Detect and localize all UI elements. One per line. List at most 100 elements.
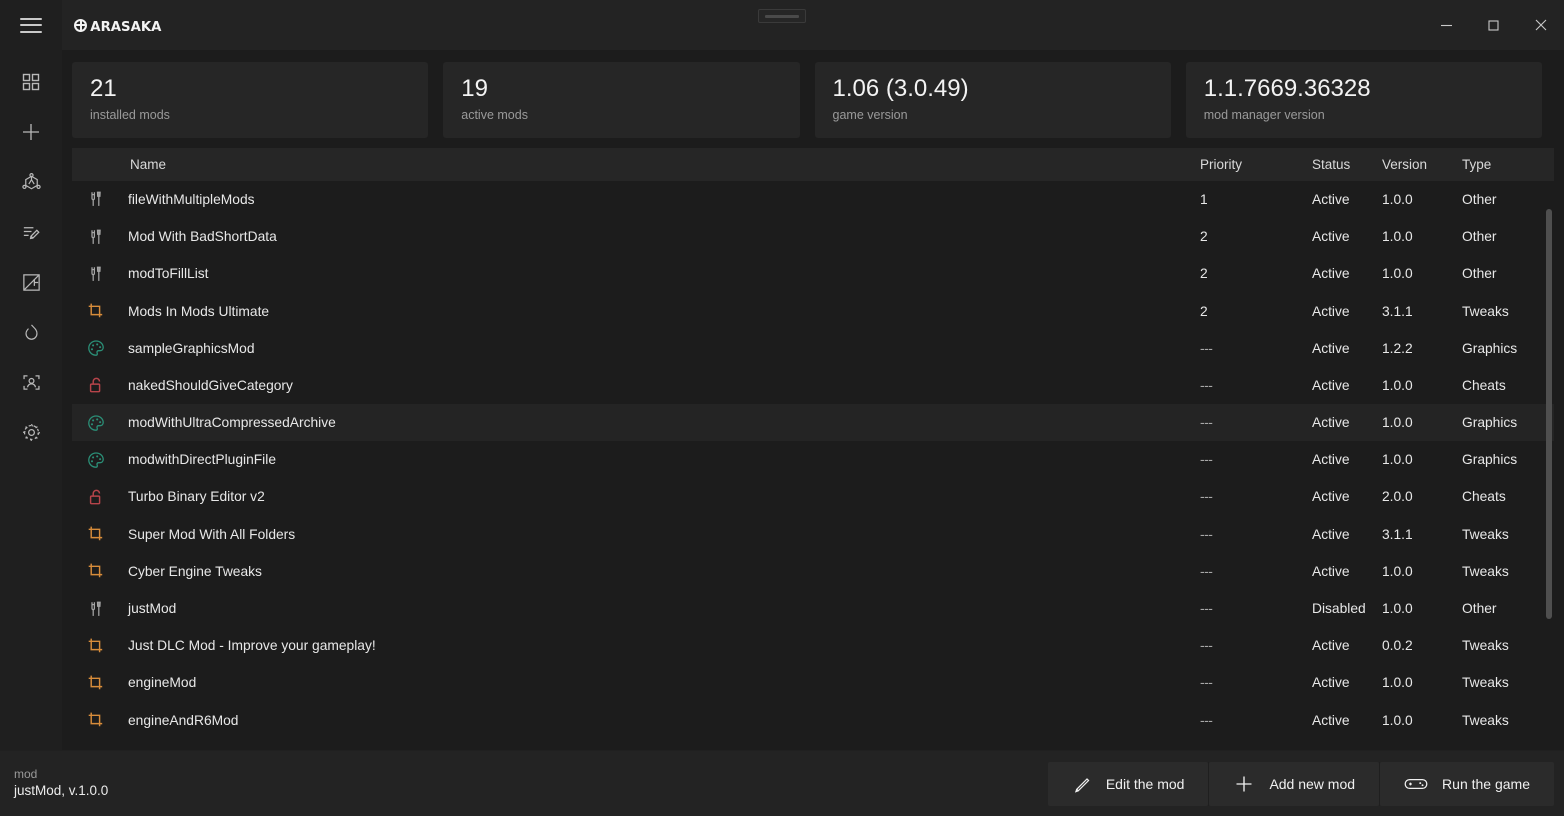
- row-priority: ---: [1200, 377, 1213, 393]
- row-type: Tweaks: [1462, 675, 1509, 691]
- minimize-button[interactable]: [1423, 0, 1470, 50]
- grid-icon: [21, 72, 41, 92]
- run-the-game-button[interactable]: Run the game: [1380, 761, 1554, 806]
- row-status: Active: [1312, 526, 1350, 542]
- row-type: Other: [1462, 266, 1497, 282]
- row-type: Other: [1462, 601, 1497, 617]
- row-status: Active: [1312, 675, 1350, 691]
- row-version: 3.1.1: [1382, 303, 1413, 319]
- row-version: 1.0.0: [1382, 191, 1413, 207]
- row-name: justMod: [128, 601, 177, 617]
- row-name: Mods In Mods Ultimate: [128, 303, 270, 319]
- row-type: Cheats: [1462, 377, 1506, 393]
- table-row[interactable]: engineMod --- Active 1.0.0 Tweaks: [72, 664, 1554, 701]
- row-priority: ---: [1200, 563, 1213, 579]
- tweaks-icon: [72, 562, 119, 580]
- graphics-icon: [72, 339, 119, 357]
- row-version: 1.0.0: [1382, 415, 1413, 431]
- row-version: 1.0.0: [1382, 452, 1413, 468]
- table-row[interactable]: Super Mod With All Folders --- Active 3.…: [72, 516, 1554, 553]
- table-row[interactable]: sampleGraphicsMod --- Active 1.2.2 Graph…: [72, 330, 1554, 367]
- selected-mod-label: mod: [14, 767, 38, 782]
- table-row[interactable]: modToFillList 2 Active 1.0.0 Other: [72, 255, 1554, 292]
- row-status: Active: [1312, 191, 1350, 207]
- tweaks-icon: [72, 674, 119, 692]
- stat-value: 21: [90, 76, 117, 102]
- mods-table: Name Priority Status Version Type fileWi…: [72, 147, 1554, 750]
- table-row[interactable]: Cyber Engine Tweaks --- Active 1.0.0 Twe…: [72, 553, 1554, 590]
- sidebar-item-profile[interactable]: [11, 366, 51, 398]
- row-priority: ---: [1200, 489, 1213, 505]
- row-type: Other: [1462, 229, 1497, 245]
- row-status: Disabled: [1312, 601, 1366, 617]
- row-type: Tweaks: [1462, 303, 1509, 319]
- row-type: Other: [1462, 191, 1497, 207]
- row-version: 1.0.0: [1382, 563, 1413, 579]
- cheats-icon: [72, 488, 119, 506]
- stat-label: game version: [832, 107, 908, 122]
- table-row[interactable]: justMod --- Disabled 1.0.0 Other: [72, 590, 1554, 627]
- row-priority: 1: [1200, 191, 1208, 207]
- button-label: Run the game: [1442, 775, 1530, 792]
- table-row[interactable]: Mod With BadShortData 2 Active 1.0.0 Oth…: [72, 218, 1554, 255]
- table-row[interactable]: modWithUltraCompressedArchive --- Active…: [72, 404, 1554, 442]
- column-header-version[interactable]: Version: [1382, 157, 1462, 172]
- add-new-mod-button[interactable]: Add new mod: [1209, 761, 1380, 806]
- sidebar-item-performance[interactable]: [11, 316, 51, 348]
- sidebar-item-scripts[interactable]: [11, 216, 51, 248]
- row-version: 2.0.0: [1382, 489, 1413, 505]
- row-status: Active: [1312, 229, 1350, 245]
- row-version: 1.2.2: [1382, 340, 1413, 356]
- stat-card-game-version: 1.06 (3.0.49) game version: [814, 62, 1171, 138]
- row-version: 1.0.0: [1382, 377, 1413, 393]
- column-header-name[interactable]: Name: [119, 157, 1200, 172]
- maximize-button[interactable]: [1470, 0, 1517, 50]
- table-row[interactable]: nakedShouldGiveCategory --- Active 1.0.0…: [72, 367, 1554, 404]
- vertical-scrollbar[interactable]: [1546, 208, 1552, 619]
- row-status: Active: [1312, 712, 1350, 728]
- row-priority: 2: [1200, 303, 1208, 319]
- other-icon: [72, 600, 119, 618]
- table-row[interactable]: Mods In Mods Ultimate 2 Active 3.1.1 Twe…: [72, 292, 1554, 329]
- button-label: Add new mod: [1269, 775, 1356, 792]
- drag-grip-icon[interactable]: [758, 9, 806, 23]
- table-row[interactable]: Turbo Binary Editor v2 --- Active 2.0.0 …: [72, 478, 1554, 515]
- row-name: engineAndR6Mod: [128, 712, 239, 728]
- table-row[interactable]: engineAndR6Mod --- Active 1.0.0 Tweaks: [72, 702, 1554, 739]
- row-status: Active: [1312, 415, 1350, 431]
- stats-row: 21 installed mods 19 active mods 1.06 (3…: [62, 50, 1564, 148]
- sidebar-item-dashboard[interactable]: [11, 66, 51, 98]
- sidebar-item-drafting[interactable]: [11, 266, 51, 298]
- app-logo: arasaka: [74, 14, 161, 36]
- column-header-priority[interactable]: Priority: [1200, 157, 1312, 172]
- tweaks-icon: [72, 711, 119, 729]
- sidebar-item-add[interactable]: [11, 116, 51, 148]
- stat-card-installed-mods: 21 installed mods: [72, 62, 429, 138]
- table-row[interactable]: Just DLC Mod - Improve your gameplay! --…: [72, 627, 1554, 664]
- row-type: Tweaks: [1462, 526, 1509, 542]
- sidebar-item-settings[interactable]: [11, 416, 51, 448]
- selected-mod-value: justMod, v.1.0.0: [14, 783, 109, 799]
- row-version: 3.1.1: [1382, 526, 1413, 542]
- row-version: 1.0.0: [1382, 266, 1413, 282]
- row-name: Turbo Binary Editor v2: [128, 489, 265, 505]
- column-header-status[interactable]: Status: [1312, 157, 1382, 172]
- hamburger-icon[interactable]: [20, 17, 42, 33]
- sidebar-item-objects[interactable]: [11, 166, 51, 198]
- edit-the-mod-button[interactable]: Edit the mod: [1047, 761, 1209, 806]
- row-type: Graphics: [1462, 415, 1518, 431]
- column-header-type[interactable]: Type: [1462, 157, 1554, 172]
- row-type: Cheats: [1462, 489, 1506, 505]
- row-status: Active: [1312, 377, 1350, 393]
- gear-icon: [21, 422, 42, 443]
- cheats-icon: [72, 376, 119, 394]
- table-row[interactable]: fileWithMultipleMods 1 Active 1.0.0 Othe…: [72, 181, 1554, 218]
- table-row[interactable]: modwithDirectPluginFile --- Active 1.0.0…: [72, 441, 1554, 478]
- row-version: 0.0.2: [1382, 638, 1413, 654]
- pen-list-icon: [21, 222, 42, 243]
- row-status: Active: [1312, 303, 1350, 319]
- footer-bar: mod justMod, v.1.0.0 Edit the mod Add ne…: [0, 750, 1564, 816]
- close-button[interactable]: [1517, 0, 1564, 50]
- person-scan-icon: [21, 372, 42, 393]
- stat-card-mod-manager-version: 1.1.7669.36328 mod manager version: [1185, 62, 1542, 138]
